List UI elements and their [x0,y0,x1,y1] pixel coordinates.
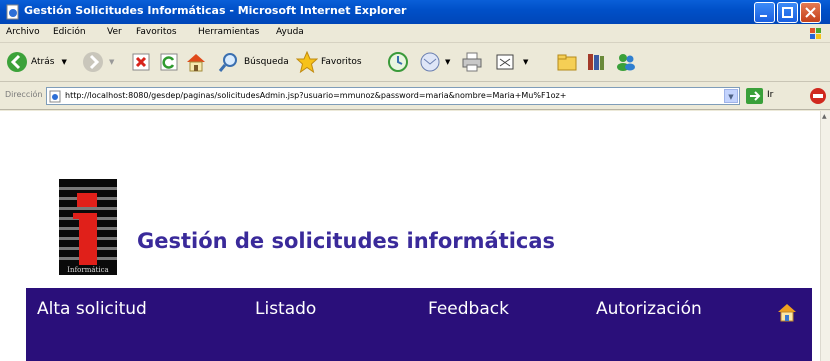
address-url: http://localhost:8080/gesdep/paginas/sol… [65,91,567,100]
close-icon [805,7,816,18]
minimize-button[interactable] [754,2,775,23]
go-button[interactable] [746,88,763,104]
menu-favoritos[interactable]: Favoritos [136,27,177,37]
back-dropdown-icon[interactable]: ▼ [61,58,66,66]
menu-bar: Archivo Edición Ver Favoritos Herramient… [0,24,830,43]
mail-button[interactable]: ▼ [419,47,450,77]
history-icon [388,52,408,72]
main-nav: Alta solicitud Listado Feedback Autoriza… [26,288,812,361]
folder-button[interactable] [556,47,578,77]
history-button[interactable] [387,47,409,77]
minimize-icon [760,15,767,17]
nav-alta-solicitud[interactable]: Alta solicitud [37,299,147,319]
address-input[interactable]: http://localhost:8080/gesdep/paginas/sol… [46,87,740,105]
address-dropdown-icon[interactable]: ▼ [724,89,738,103]
stop-icon [132,53,150,71]
refresh-icon [160,53,178,71]
search-icon [218,53,237,72]
scroll-up-icon[interactable]: ▲ [822,113,829,123]
back-button[interactable]: Atrás ▼ [6,47,67,77]
ie-page-icon [6,4,19,20]
toolbar: Atrás ▼ ▼ Búsqueda Favoritos ▼ ▼ [0,43,830,82]
nav-feedback[interactable]: Feedback [428,299,509,319]
edit-dropdown-icon[interactable]: ▼ [523,58,528,66]
address-label: Dirección [5,90,43,99]
messenger-icon [617,54,635,71]
forward-dropdown-icon[interactable]: ▼ [109,58,114,66]
home-icon [187,54,205,72]
refresh-button[interactable] [159,47,179,77]
title-bar: Gestión Solicitudes Informáticas - Micro… [0,0,830,24]
nav-autorizacion[interactable]: Autorización [596,299,702,319]
close-button[interactable] [800,2,821,23]
stop-sign-icon[interactable] [808,86,828,106]
edit-page-icon [496,54,514,70]
maximize-button[interactable] [777,2,798,23]
address-bar: Dirección http://localhost:8080/gesdep/p… [0,82,830,110]
search-button[interactable]: Búsqueda [218,47,289,77]
home-button[interactable] [185,47,207,77]
mail-dropdown-icon[interactable]: ▼ [445,58,450,66]
menu-archivo[interactable]: Archivo [6,27,40,37]
print-button[interactable] [461,47,483,77]
home-icon[interactable] [776,301,798,323]
page-title: Gestión de solicitudes informáticas [137,229,556,253]
star-icon [296,51,318,73]
maximize-icon [782,7,793,18]
back-arrow-icon [7,52,27,72]
edit-button[interactable]: ▼ [495,47,528,77]
informatica-logo: Informática [59,179,117,275]
menu-ayuda[interactable]: Ayuda [276,27,304,37]
go-label[interactable]: Ir [767,90,773,100]
books-icon [588,54,604,70]
stop-button[interactable] [131,47,151,77]
menu-edicion[interactable]: Edición [53,27,86,37]
printer-icon [462,52,482,72]
favorites-label: Favoritos [321,57,362,67]
forward-button[interactable]: ▼ [82,47,114,77]
logo-caption: Informática [67,266,108,274]
window-title: Gestión Solicitudes Informáticas - Micro… [24,4,407,17]
forward-arrow-icon [83,52,103,72]
page-icon [49,90,61,103]
search-label: Búsqueda [244,57,289,67]
folder-icon [557,54,577,71]
vertical-scrollbar[interactable]: ▲ [820,111,830,361]
nav-listado[interactable]: Listado [255,299,316,319]
browser-window: Gestión Solicitudes Informáticas - Micro… [0,0,830,361]
research-button[interactable] [585,47,607,77]
messenger-button[interactable] [615,47,637,77]
go-arrow-icon [750,91,761,101]
back-label: Atrás [31,57,55,67]
mail-icon [420,52,440,72]
menu-ver[interactable]: Ver [107,27,122,37]
favorites-button[interactable]: Favoritos [296,47,362,77]
menu-herramientas[interactable]: Herramientas [198,27,259,37]
windows-logo-icon [810,28,821,39]
